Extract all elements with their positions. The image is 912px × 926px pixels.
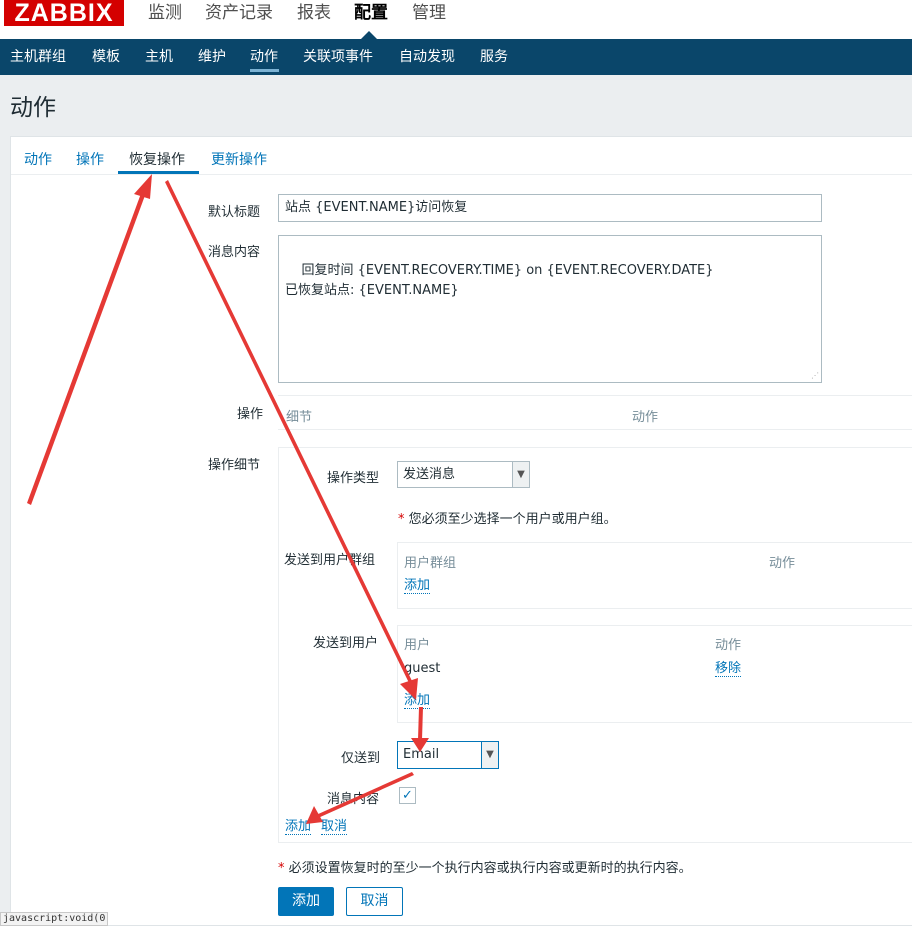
send-only-to-label: 仅送到 [341,751,381,766]
add-user-group-link[interactable]: 添加 [404,578,431,594]
tab-operations[interactable]: 操作 [76,149,104,169]
users-col-action: 动作 [715,638,742,653]
send-only-to-value: Email [403,747,440,762]
groups-col-action: 动作 [769,556,796,571]
send-to-users-label: 发送到用户 [313,636,379,651]
send-only-to-select[interactable]: Email ▼ [397,741,499,769]
operation-type-select[interactable]: 发送消息 ▼ [397,461,530,488]
message-textarea[interactable]: 回复时间 {EVENT.RECOVERY.TIME} on {EVENT.REC… [278,235,822,383]
zabbix-logo[interactable]: ZABBIX [4,0,124,26]
operation-warning: * 您必须至少选择一个用户或用户组。 [398,508,617,527]
operation-warning-text: 您必须至少选择一个用户或用户组。 [408,512,617,527]
user-groups-box [397,542,912,609]
subnav-actions[interactable]: 动作 [250,48,278,66]
message-checkbox[interactable]: ✓ [399,787,416,804]
detail-add-link[interactable]: 添加 [285,819,312,835]
groups-col-group: 用户群组 [404,556,457,571]
browser-status-bar: javascript:void(0); [0,912,108,926]
operations-top-line [278,395,912,396]
operations-col-action: 动作 [632,410,659,425]
send-to-groups-label: 发送到用户群组 [284,553,376,568]
message-label: 消息内容 [208,245,261,260]
operation-type-label: 操作类型 [327,471,380,486]
add-button[interactable]: 添加 [278,887,334,916]
message-text: 回复时间 {EVENT.RECOVERY.TIME} on {EVENT.REC… [285,263,714,298]
default-subject-input[interactable]: 站点 {EVENT.NAME}访问恢复 [278,194,822,222]
tab-recovery-operations[interactable]: 恢复操作 [129,149,185,169]
users-col-user: 用户 [404,638,431,653]
users-box [397,625,912,723]
page-title: 动作 [10,95,56,121]
required-asterisk: * [398,512,405,527]
user-row-name: guest [404,661,441,676]
subnav-correlation[interactable]: 关联项事件 [303,48,373,66]
subnav-discovery[interactable]: 自动发现 [399,48,455,66]
cancel-button[interactable]: 取消 [346,887,403,916]
resize-handle-icon[interactable]: ⋰ [811,372,819,380]
tab-divider [11,174,912,175]
action-form-card: 动作 操作 恢复操作 更新操作 默认标题 站点 {EVENT.NAME}访问恢复… [10,136,912,926]
top-nav-reports[interactable]: 报表 [297,2,331,39]
message-checkbox-label: 消息内容 [327,792,380,807]
operations-label: 操作 [237,407,264,422]
active-nav-caret [361,31,377,39]
top-nav-inventory[interactable]: 资产记录 [205,2,273,39]
operations-col-details: 细节 [286,410,313,425]
detail-cancel-link[interactable]: 取消 [321,819,348,835]
sub-navigation: 主机群组 模板 主机 维护 动作 关联项事件 自动发现 服务 [0,39,912,75]
subnav-host-groups[interactable]: 主机群组 [10,48,66,66]
footer-warning-text: 必须设置恢复时的至少一个执行内容或执行内容或更新时的执行内容。 [288,861,692,876]
add-user-link[interactable]: 添加 [404,693,431,709]
operation-details-label: 操作细节 [208,458,261,473]
remove-user-link[interactable]: 移除 [715,661,742,677]
top-nav-administration[interactable]: 管理 [412,2,446,39]
top-navigation: ZABBIX 监测 资产记录 报表 配置 管理 [0,0,912,39]
subnav-templates[interactable]: 模板 [92,48,120,66]
footer-warning: * 必须设置恢复时的至少一个执行内容或执行内容或更新时的执行内容。 [278,857,692,876]
chevron-down-icon: ▼ [512,462,529,487]
subnav-maintenance[interactable]: 维护 [198,48,226,66]
operation-type-value: 发送消息 [403,467,456,482]
default-subject-label: 默认标题 [208,205,261,220]
operations-bottom-line [278,429,912,430]
subnav-services[interactable]: 服务 [480,48,508,66]
tab-action[interactable]: 动作 [24,149,52,169]
chevron-down-icon: ▼ [481,742,498,768]
tab-update-operations[interactable]: 更新操作 [211,149,267,169]
subnav-hosts[interactable]: 主机 [145,48,173,66]
top-nav-monitoring[interactable]: 监测 [148,2,182,39]
subnav-active-underline [250,69,279,72]
required-asterisk: * [278,861,285,876]
